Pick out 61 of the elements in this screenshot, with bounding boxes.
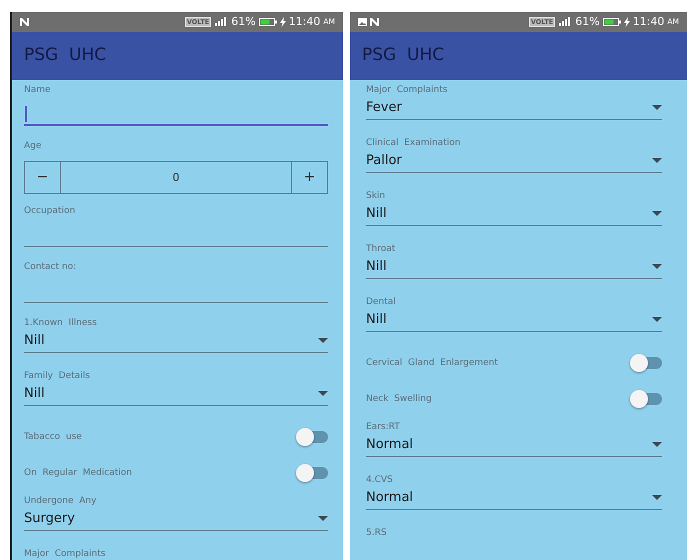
dropdown-caret-icon <box>652 264 662 269</box>
battery-percent: 61% <box>575 14 600 30</box>
app-title: PSG UHC <box>362 44 444 68</box>
signal-icon <box>558 17 572 27</box>
dropdown-field[interactable]: Pallor <box>366 149 662 173</box>
dropdown-field[interactable]: Nill <box>366 202 662 226</box>
stepper-value: 0 <box>172 170 180 186</box>
field-label: Ears:RT <box>366 421 401 433</box>
switch-label: Tabacco use <box>24 431 82 443</box>
field-label: Undergone Any <box>24 495 98 507</box>
field-label: Major Complaints <box>24 548 106 560</box>
dropdown-caret-icon <box>652 317 662 322</box>
dropdown-field[interactable]: Fever <box>366 96 662 120</box>
dropdown-caret-icon <box>318 516 328 521</box>
switch-label: Neck Swelling <box>366 393 432 405</box>
switch-label: On Regular Medication <box>24 467 132 479</box>
field-label: Family Details <box>24 370 91 382</box>
field-label: Name <box>24 84 52 96</box>
clock-time: 11:40 <box>288 14 320 30</box>
dropdown-field[interactable]: Nill <box>366 255 662 279</box>
clock-time: 11:40 <box>632 14 664 30</box>
dropdown-field[interactable]: Nill <box>24 329 328 353</box>
field-label: 5.RS <box>366 527 388 539</box>
dropdown-field[interactable]: Nill <box>24 382 328 406</box>
dropdown-caret-icon <box>318 338 328 343</box>
field-label: Skin <box>366 190 386 202</box>
n-notification-icon <box>20 18 29 26</box>
switch-label: Cervical Gland Enlargement <box>366 357 498 369</box>
dropdown-caret-icon <box>652 442 662 447</box>
dropdown-caret-icon <box>652 495 662 500</box>
dropdown-field[interactable]: Surgery <box>24 507 328 531</box>
charging-icon <box>280 17 286 27</box>
charging-icon <box>624 17 630 27</box>
decrement-button[interactable]: − <box>25 162 61 193</box>
signal-icon <box>214 17 228 27</box>
n-notification-icon <box>370 18 379 26</box>
battery-percent: 61% <box>231 14 256 30</box>
app-title: PSG UHC <box>24 44 106 68</box>
battery-icon <box>602 18 621 26</box>
dropdown-field[interactable]: Nill <box>366 308 662 332</box>
field-label: Age <box>24 140 42 152</box>
battery-icon <box>258 18 277 26</box>
toggle-switch[interactable] <box>296 428 328 446</box>
dropdown-caret-icon <box>652 211 662 216</box>
field-label: Occupation <box>24 205 76 217</box>
field-label: 4.CVS <box>366 474 394 486</box>
dropdown-caret-icon <box>652 105 662 110</box>
dropdown-caret-icon <box>318 391 328 396</box>
increment-button[interactable]: + <box>291 162 327 193</box>
dropdown-field[interactable]: Normal <box>366 433 662 457</box>
field-label: 1.Known Illness <box>24 317 98 329</box>
field-label: Throat <box>366 243 396 255</box>
dropdown-field[interactable]: Normal <box>366 486 662 510</box>
field-label: Clinical Examination <box>366 137 462 149</box>
toggle-switch[interactable] <box>296 464 328 482</box>
dropdown-caret-icon <box>652 158 662 163</box>
field-label: Dental <box>366 296 397 308</box>
field-label: Contact no: <box>24 261 78 273</box>
toggle-switch[interactable] <box>630 354 662 372</box>
field-label: Major Complaints <box>366 84 448 96</box>
toggle-switch[interactable] <box>630 390 662 408</box>
